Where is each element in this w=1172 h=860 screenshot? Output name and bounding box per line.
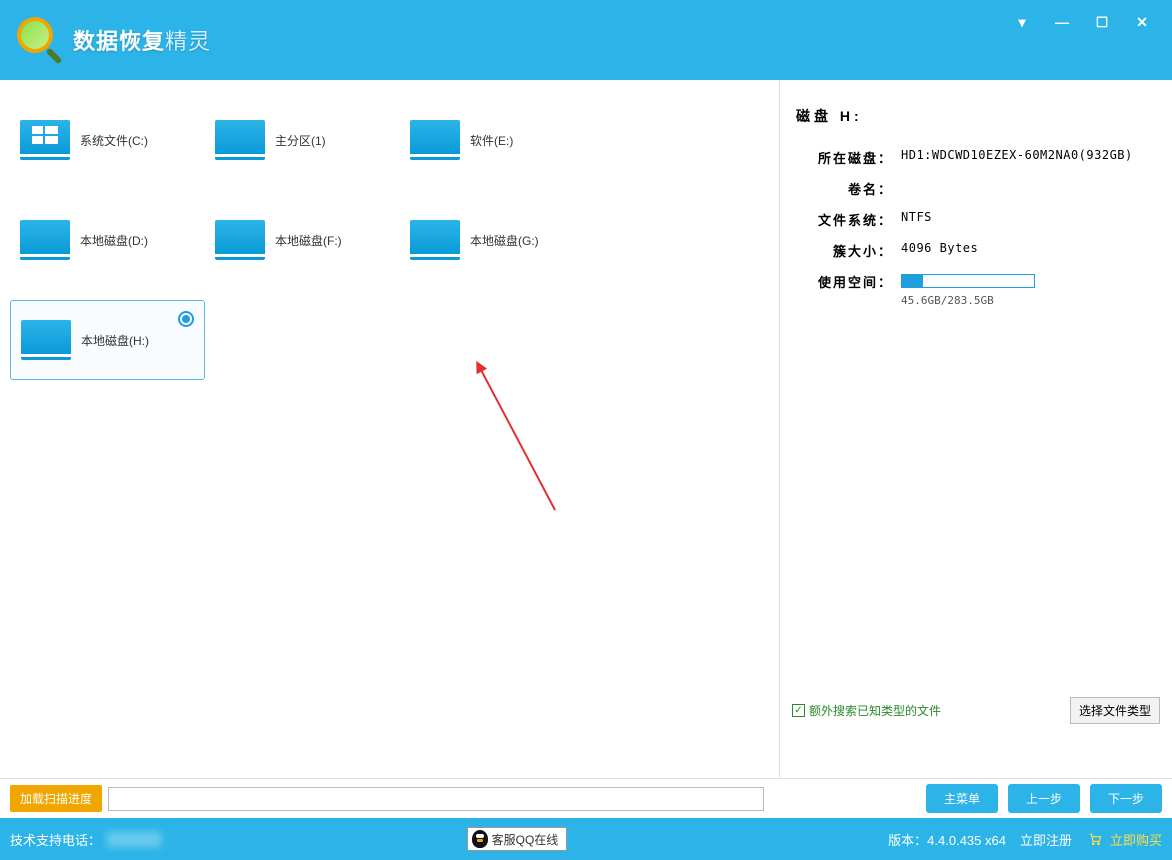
main-area: 系统文件(C:) 主分区(1) 软件(E:) 本地磁盘(D:) 本地磁盘(F:)… (0, 80, 1172, 778)
buy-link[interactable]: 立即购买 (1086, 830, 1162, 849)
select-file-types-button[interactable]: 选择文件类型 (1070, 697, 1160, 724)
load-scan-progress-button[interactable]: 加载扫描进度 (10, 785, 102, 812)
drive-label: 软件(E:) (470, 132, 513, 149)
drive-label: 本地磁盘(F:) (275, 232, 342, 249)
minimize-button[interactable]: — (1052, 12, 1072, 32)
info-pane: 磁盘 H: 所在磁盘： HD1:WDCWD10EZEX-60M2NA0(932G… (780, 80, 1172, 778)
drive-label: 本地磁盘(H:) (81, 332, 149, 349)
usage-text: 45.6GB/283.5GB (901, 294, 1035, 307)
arrow-annotation (470, 360, 590, 520)
info-value: HD1:WDCWD10EZEX-60M2NA0(932GB) (901, 148, 1133, 167)
version-text: 版本：4.4.0.435 x64 (888, 830, 1006, 849)
status-left: 技术支持电话： 客服QQ在线 (10, 827, 567, 851)
drive-item-h[interactable]: 本地磁盘(H:) (10, 300, 205, 380)
info-label: 文件系统： (796, 210, 901, 229)
drive-item-primary[interactable]: 主分区(1) (205, 100, 400, 180)
drive-icon (21, 320, 71, 360)
extra-search-checkbox[interactable]: ✓ 额外搜索已知类型的文件 (792, 702, 941, 719)
info-row-cluster: 簇大小： 4096 Bytes (796, 241, 1164, 260)
close-button[interactable]: ✕ (1132, 12, 1152, 32)
app-logo-icon (15, 15, 65, 65)
drive-item-d[interactable]: 本地磁盘(D:) (10, 200, 205, 280)
action-bar: 加载扫描进度 主菜单 上一步 下一步 (0, 778, 1172, 818)
drive-label: 主分区(1) (275, 132, 326, 149)
qq-icon (472, 830, 488, 848)
drive-icon (215, 220, 265, 260)
usage-bar (901, 274, 1035, 288)
dropdown-button[interactable]: ▾ (1012, 12, 1032, 32)
support-phone-blurred (107, 832, 161, 847)
register-link[interactable]: 立即注册 (1020, 830, 1072, 849)
buy-label: 立即购买 (1110, 830, 1162, 849)
drive-icon (20, 120, 70, 160)
info-label: 使用空间： (796, 272, 901, 307)
selected-radio-icon (178, 311, 194, 327)
window-controls: ▾ — ☐ ✕ (1012, 12, 1152, 32)
drive-item-g[interactable]: 本地磁盘(G:) (400, 200, 595, 280)
info-row-volume: 卷名： (796, 179, 1164, 198)
info-label: 所在磁盘： (796, 148, 901, 167)
next-button[interactable]: 下一步 (1090, 784, 1162, 813)
drive-label: 本地磁盘(G:) (470, 232, 539, 249)
status-bar: 技术支持电话： 客服QQ在线 版本：4.4.0.435 x64 立即注册 立即购… (0, 818, 1172, 860)
info-row-usage: 使用空间： 45.6GB/283.5GB (796, 272, 1164, 307)
drive-icon (215, 120, 265, 160)
titlebar: 数据恢复精灵 ▾ — ☐ ✕ (0, 0, 1172, 80)
drive-label: 系统文件(C:) (80, 132, 148, 149)
qq-support-button[interactable]: 客服QQ在线 (467, 827, 568, 851)
maximize-button[interactable]: ☐ (1092, 12, 1112, 32)
main-menu-button[interactable]: 主菜单 (926, 784, 998, 813)
app-title-main: 数据恢复 (73, 29, 165, 54)
drive-item-e[interactable]: 软件(E:) (400, 100, 595, 180)
drive-item-f[interactable]: 本地磁盘(F:) (205, 200, 400, 280)
info-row-disk: 所在磁盘： HD1:WDCWD10EZEX-60M2NA0(932GB) (796, 148, 1164, 167)
usage-container: 45.6GB/283.5GB (901, 272, 1035, 307)
support-phone-label: 技术支持电话： (10, 830, 101, 849)
info-value: NTFS (901, 210, 932, 229)
drive-pane: 系统文件(C:) 主分区(1) 软件(E:) 本地磁盘(D:) 本地磁盘(F:)… (0, 80, 780, 778)
drive-icon (410, 220, 460, 260)
info-row-fs: 文件系统： NTFS (796, 210, 1164, 229)
qq-support-label: 客服QQ在线 (492, 831, 559, 848)
progress-path-input[interactable] (108, 787, 764, 811)
info-bottom: ✓ 额外搜索已知类型的文件 选择文件类型 (792, 697, 1160, 724)
usage-fill (902, 275, 923, 287)
nav-buttons: 主菜单 上一步 下一步 (926, 784, 1162, 813)
info-label: 簇大小： (796, 241, 901, 260)
info-title: 磁盘 H: (796, 106, 1164, 126)
info-value: 4096 Bytes (901, 241, 978, 260)
drive-item-c[interactable]: 系统文件(C:) (10, 100, 205, 180)
drive-label: 本地磁盘(D:) (80, 232, 148, 249)
drive-icon (410, 120, 460, 160)
checkbox-label: 额外搜索已知类型的文件 (809, 702, 941, 719)
drive-icon (20, 220, 70, 260)
cart-icon (1086, 832, 1104, 846)
logo-area: 数据恢复精灵 (15, 15, 211, 65)
checkbox-icon: ✓ (792, 704, 805, 717)
app-title: 数据恢复精灵 (73, 24, 211, 56)
app-title-suffix: 精灵 (165, 29, 211, 54)
info-label: 卷名： (796, 179, 901, 198)
status-right: 版本：4.4.0.435 x64 立即注册 立即购买 (888, 830, 1162, 849)
prev-button[interactable]: 上一步 (1008, 784, 1080, 813)
